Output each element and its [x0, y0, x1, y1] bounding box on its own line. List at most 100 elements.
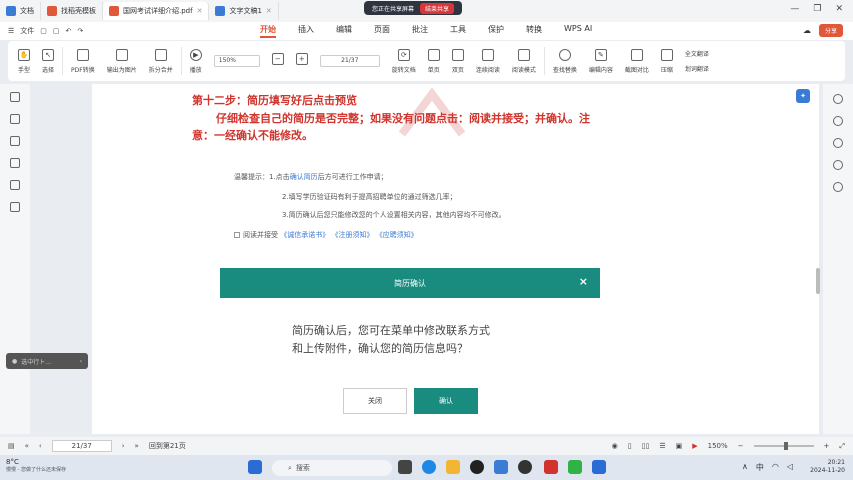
store-icon[interactable]	[494, 460, 508, 474]
view-single-icon[interactable]: ▯	[628, 442, 632, 450]
confirm-button[interactable]: 确认	[414, 388, 478, 414]
tip-link[interactable]: 确认简历	[290, 173, 318, 181]
play-button[interactable]: ▶ 播放	[186, 48, 206, 74]
layers-icon[interactable]	[10, 202, 20, 212]
taskbar-search[interactable]: ⌕ 搜索	[272, 460, 392, 476]
redo-icon[interactable]: ↷	[77, 27, 83, 35]
menu-page[interactable]: 页面	[374, 24, 390, 38]
export-image-button[interactable]: 输出为图片	[103, 48, 141, 74]
wifi-icon[interactable]: ◠	[772, 462, 779, 473]
open-icon[interactable]: ▢	[40, 27, 47, 35]
cloud-icon[interactable]: ☁	[803, 26, 811, 35]
zoom-select[interactable]: 150%	[213, 55, 260, 67]
continuous-read-button[interactable]: 连续阅读	[472, 48, 504, 74]
print-icon[interactable]: ▢	[53, 27, 60, 35]
accept-checkbox[interactable]	[234, 232, 240, 238]
zoom-out-button[interactable]: −	[268, 53, 288, 69]
wps-icon[interactable]	[544, 460, 558, 474]
read-mode-button[interactable]: 阅读模式	[508, 48, 540, 74]
select-tool[interactable]: ↖ 选择	[38, 48, 58, 74]
edge-icon[interactable]	[422, 460, 436, 474]
share-icon[interactable]	[833, 182, 843, 192]
menu-comment[interactable]: 批注	[412, 24, 428, 38]
qq-icon[interactable]	[470, 460, 484, 474]
zoom-in-button[interactable]: +	[292, 53, 312, 69]
status-zoom[interactable]: 150%	[708, 442, 728, 450]
comment-icon[interactable]	[10, 136, 20, 146]
volume-icon[interactable]: ◁	[787, 462, 793, 473]
status-page-input[interactable]: 21/37	[51, 440, 112, 452]
menu-convert[interactable]: 转换	[526, 24, 542, 38]
app2-icon[interactable]	[592, 460, 606, 474]
fullscreen-icon[interactable]: ⤢	[839, 442, 845, 451]
floating-panel[interactable]: ● 选中行ト... ‹	[6, 353, 88, 369]
menu-start[interactable]: 开始	[260, 24, 276, 38]
apply-link[interactable]: 《应聘须知》	[376, 231, 418, 239]
play-icon[interactable]: ▶	[692, 442, 697, 450]
edit-content-button[interactable]: ✎ 编辑内容	[585, 48, 617, 74]
integrity-link[interactable]: 《诚信承诺书》	[280, 231, 329, 239]
pdf-convert-button[interactable]: PDF转换	[67, 48, 99, 74]
file-menu[interactable]: 文件	[20, 26, 34, 36]
rotate-button[interactable]: ⟳ 旋转文档	[388, 48, 420, 74]
search-icon[interactable]	[833, 94, 843, 104]
tab-word[interactable]: 文字文稿1 ✕	[209, 2, 279, 20]
maximize-icon[interactable]: ❐	[813, 4, 821, 14]
hand-tool[interactable]: ✋ 手型	[14, 48, 34, 74]
menu-tools[interactable]: 工具	[450, 24, 466, 38]
eye-icon[interactable]: ◉	[612, 442, 618, 450]
register-link[interactable]: 《注册须知》	[331, 231, 373, 239]
undo-icon[interactable]: ↶	[66, 27, 72, 35]
wechat-icon[interactable]	[568, 460, 582, 474]
goto-page-label[interactable]: 回到第21页	[149, 441, 186, 451]
menu-wps-ai[interactable]: WPS AI	[564, 24, 592, 38]
find-replace-button[interactable]: 查找替换	[549, 48, 581, 74]
zoom-out-icon[interactable]: −	[738, 442, 744, 450]
windows-start-icon[interactable]	[248, 460, 262, 474]
thumbnail-icon[interactable]	[10, 114, 20, 124]
clock[interactable]: 20:21 2024-11-20	[810, 459, 845, 475]
last-page-icon[interactable]: »	[135, 442, 139, 450]
collapse-icon[interactable]: ‹	[80, 358, 82, 365]
menu-protect[interactable]: 保护	[488, 24, 504, 38]
zoom-slider[interactable]	[753, 442, 814, 450]
full-translate-button[interactable]: 全文翻译	[685, 49, 709, 58]
share-button[interactable]: 分享	[818, 24, 843, 37]
word-translate-button[interactable]: 划词翻译	[685, 64, 709, 73]
compress-button[interactable]: 压缩	[657, 48, 677, 74]
close-window-icon[interactable]: ✕	[835, 4, 843, 14]
ai-assistant-icon[interactable]: ✦	[796, 89, 810, 103]
minimize-icon[interactable]: —	[790, 4, 799, 14]
properties-icon[interactable]	[833, 160, 843, 170]
tab-template[interactable]: 找稻壳模板	[41, 2, 103, 20]
prev-page-icon[interactable]: ‹	[39, 442, 42, 450]
close-icon[interactable]: ✕	[197, 7, 203, 15]
task-view-icon[interactable]	[398, 460, 412, 474]
menu-insert[interactable]: 插入	[298, 24, 314, 38]
menu-icon[interactable]: ☰	[8, 27, 14, 35]
sidebar-toggle-icon[interactable]: ▤	[8, 442, 15, 450]
page-input[interactable]: 21/37	[319, 55, 380, 67]
close-icon[interactable]: ✕	[266, 7, 272, 15]
close-button[interactable]: 关闭	[343, 388, 407, 414]
chevron-up-icon[interactable]: ∧	[742, 462, 748, 473]
ai-icon[interactable]	[833, 116, 843, 126]
scrollbar[interactable]	[816, 268, 820, 294]
zoom-in-icon[interactable]: +	[824, 442, 830, 450]
next-page-icon[interactable]: ›	[122, 442, 125, 450]
modal-close-icon[interactable]: ×	[579, 275, 588, 288]
app-icon[interactable]	[518, 460, 532, 474]
view-scroll-icon[interactable]: ☰	[659, 442, 665, 450]
settings-icon[interactable]	[833, 138, 843, 148]
weather-widget[interactable]: 8°C 慢慢 - 您做了什么还未保存	[6, 458, 66, 473]
ime-indicator[interactable]: 中	[756, 462, 764, 473]
signature-icon[interactable]	[10, 180, 20, 190]
screenshot-compare-button[interactable]: 截图对比	[621, 48, 653, 74]
view-double-icon[interactable]: ▯▯	[642, 442, 650, 450]
explorer-icon[interactable]	[446, 460, 460, 474]
single-page-button[interactable]: 单页	[424, 48, 444, 74]
first-page-icon[interactable]: «	[25, 442, 29, 450]
bookmark-icon[interactable]	[10, 92, 20, 102]
double-page-button[interactable]: 双页	[448, 48, 468, 74]
tab-pdf[interactable]: 国网考试详细介绍.pdf ✕	[103, 2, 210, 20]
